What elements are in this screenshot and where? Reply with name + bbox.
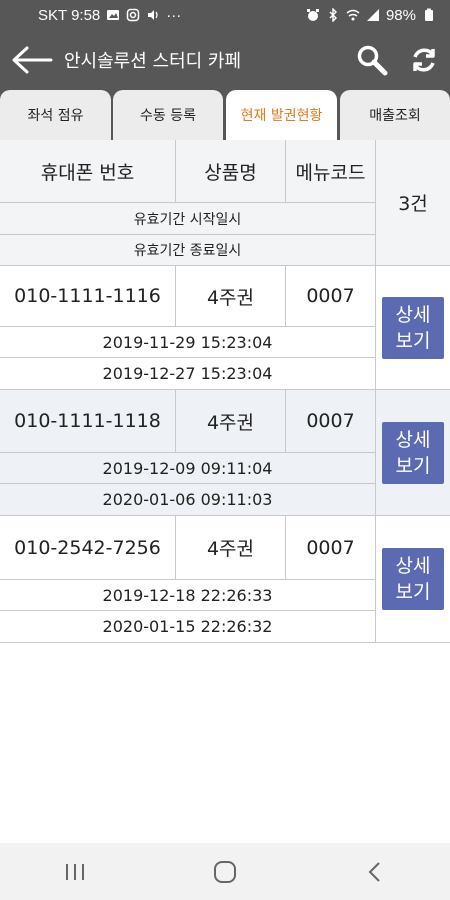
- recent-apps-button[interactable]: [45, 847, 105, 897]
- arrow-left-icon: [12, 46, 53, 74]
- detail-cell: 상세 보기: [376, 390, 450, 516]
- row-product: 4주권: [176, 266, 286, 327]
- row-product: 4주권: [176, 390, 286, 453]
- record-count: 3건: [376, 140, 450, 266]
- app-bar: 안시솔루션 스터디 카페: [0, 30, 450, 90]
- bluetooth-icon: [329, 8, 337, 22]
- row-end-date: 2019-12-27 15:23:04: [0, 358, 376, 390]
- detail-cell: 상세 보기: [376, 516, 450, 643]
- tab-sales-inquiry[interactable]: 매출조회: [340, 90, 450, 140]
- home-icon: [214, 860, 236, 883]
- row-end-date: 2020-01-15 22:26:32: [0, 611, 376, 643]
- row-menu-code: 0007: [286, 266, 376, 327]
- detail-button[interactable]: 상세 보기: [382, 421, 444, 484]
- status-carrier-time: SKT 9:58: [38, 6, 101, 24]
- refresh-button[interactable]: [398, 30, 450, 90]
- detail-button-line2: 보기: [395, 581, 431, 603]
- alarm-icon: [306, 9, 319, 21]
- header-start-date: 유효기간 시작일시: [0, 203, 376, 235]
- detail-button[interactable]: 상세 보기: [382, 296, 444, 359]
- chevron-left-icon: [368, 861, 380, 882]
- header-product: 상품명: [176, 140, 286, 203]
- header-menu-code: 메뉴코드: [286, 140, 376, 203]
- page-title: 안시솔루션 스터디 카페: [64, 51, 242, 72]
- back-button[interactable]: [0, 30, 64, 90]
- recent-apps-icon: [66, 863, 84, 880]
- home-button[interactable]: [195, 847, 255, 897]
- row-start-date: 2019-12-09 09:11:04: [0, 453, 376, 484]
- row-phone: 010-2542-7256: [0, 516, 176, 580]
- detail-button-line2: 보기: [395, 329, 431, 352]
- search-icon: [357, 45, 388, 76]
- search-button[interactable]: [346, 30, 398, 90]
- row-start-date: 2019-12-18 22:26:33: [0, 580, 376, 611]
- status-bar: SKT 9:58 ··· 98%: [0, 0, 450, 30]
- tab-seat-occupancy[interactable]: 좌석 점유: [0, 90, 111, 140]
- detail-cell: 상세 보기: [376, 266, 450, 390]
- detail-button-line2: 보기: [395, 454, 431, 477]
- detail-button[interactable]: 상세 보기: [382, 548, 444, 610]
- row-menu-code: 0007: [286, 516, 376, 580]
- header-end-date: 유효기간 종료일시: [0, 235, 376, 266]
- app-screen: SKT 9:58 ··· 98% 안시솔루션 스터디 카페 좌석 점유 수동 등…: [0, 0, 450, 900]
- row-product: 4주권: [176, 516, 286, 580]
- back-nav-button[interactable]: [345, 847, 405, 897]
- refresh-icon: [413, 48, 435, 72]
- tab-bar: 좌석 점유 수동 등록 현재 발권현황 매출조회: [0, 90, 450, 140]
- row-phone: 010-1111-1116: [0, 266, 176, 327]
- gallery-notification-icon: [107, 10, 120, 20]
- status-more-dots: ···: [166, 6, 182, 24]
- volume-notification-icon: [148, 10, 158, 20]
- tab-manual-registration[interactable]: 수동 등록: [113, 90, 223, 140]
- row-end-date: 2020-01-06 09:11:03: [0, 484, 376, 516]
- detail-button-line1: 상세: [395, 555, 431, 577]
- row-phone: 010-1111-1118: [0, 390, 176, 453]
- lte-signal-icon: [366, 9, 379, 21]
- row-menu-code: 0007: [286, 390, 376, 453]
- battery-level: 98%: [385, 6, 416, 24]
- battery-icon: [425, 8, 433, 21]
- tab-current-tickets[interactable]: 현재 발권현황: [226, 90, 337, 140]
- wifi-icon: [346, 9, 360, 21]
- detail-button-line1: 상세: [395, 428, 431, 451]
- header-phone: 휴대폰 번호: [0, 140, 176, 203]
- system-nav-bar: [0, 843, 450, 900]
- instagram-notification-icon: [127, 8, 140, 22]
- detail-button-line1: 상세: [395, 303, 431, 326]
- row-start-date: 2019-11-29 15:23:04: [0, 327, 376, 358]
